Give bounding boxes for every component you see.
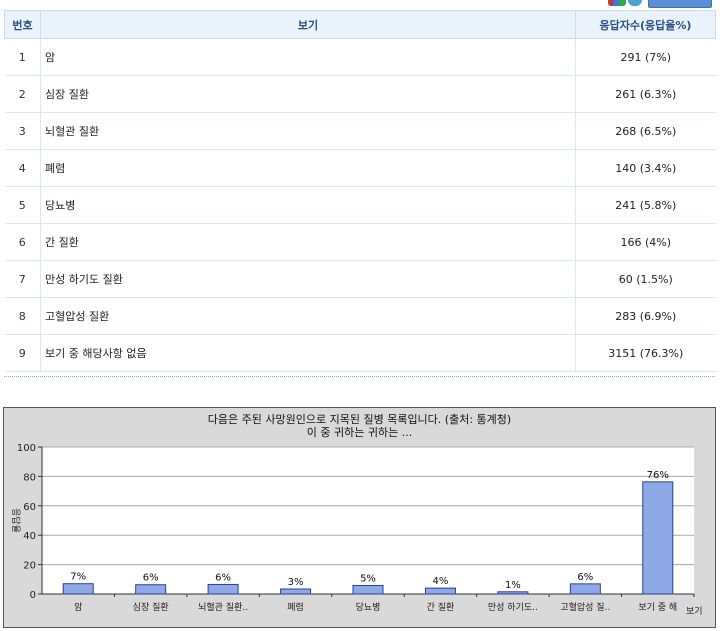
row-option: 고혈압성 질환: [40, 297, 576, 335]
row-count: 283 (6.9%): [575, 297, 716, 335]
y-tick-label: 20: [23, 561, 36, 572]
row-number: 9: [4, 334, 41, 372]
row-number: 7: [4, 260, 41, 298]
x-tick-label: 만성 하기도..: [488, 602, 538, 613]
data-label: 76%: [647, 470, 669, 481]
row-count: 60 (1.5%): [575, 260, 716, 298]
response-table: 번호 보기 응답자수(응답율%) 1 암 291 (7%) 2 심장 질환 261 (6.…: [4, 10, 716, 372]
x-tick-label: 보기 중 해: [638, 602, 677, 613]
row-option: 간 질환: [40, 223, 576, 261]
data-label: 6%: [215, 572, 231, 583]
data-label: 4%: [433, 576, 449, 587]
bar[interactable]: [280, 588, 312, 595]
row-option: 암: [40, 38, 576, 76]
row-option: 보기 중 해당사항 없음: [40, 334, 576, 372]
row-number: 5: [4, 186, 41, 224]
row-number: 3: [4, 112, 41, 150]
x-axis-label: 보기: [686, 606, 703, 617]
header-number: 번호: [4, 10, 41, 39]
y-axis-label: 응답율: [10, 508, 22, 533]
header-option: 보기: [40, 10, 576, 39]
y-tick-label: 80: [23, 472, 36, 483]
row-count: 261 (6.3%): [575, 75, 716, 113]
row-option: 만성 하기도 질환: [40, 260, 576, 298]
row-number: 2: [4, 75, 41, 113]
y-tick-label: 100: [17, 443, 36, 454]
data-label: 1%: [505, 580, 521, 591]
bar[interactable]: [352, 584, 384, 595]
row-count: 140 (3.4%): [575, 149, 716, 187]
x-tick-label: 고혈압성 질..: [560, 601, 610, 613]
row-number: 6: [4, 223, 41, 261]
dotted-divider: [4, 376, 715, 377]
bar[interactable]: [424, 587, 456, 595]
row-count: 291 (7%): [575, 38, 716, 76]
x-tick-label: 뇌혈관 질환..: [198, 601, 248, 613]
table-row: 1 암 291 (7%): [4, 38, 716, 76]
chart-icon[interactable]: [608, 0, 626, 6]
row-count: 166 (4%): [575, 223, 716, 261]
y-tick-label: 60: [23, 502, 36, 513]
x-tick-label: 폐렴: [287, 601, 304, 613]
chart-panel: 다음은 주된 사망원인으로 지목된 질병 목록입니다. (출처: 통계청) 이 …: [3, 407, 716, 628]
row-count: 268 (6.5%): [575, 112, 716, 150]
row-option: 폐렴: [40, 149, 576, 187]
refresh-icon[interactable]: [628, 0, 642, 6]
row-option: 심장 질환: [40, 75, 576, 113]
plot-area: [42, 447, 694, 594]
x-tick-label: 심장 질환: [133, 601, 169, 613]
table-row: 8 고혈압성 질환 283 (6.9%): [4, 297, 716, 335]
table-row: 3 뇌혈관 질환 268 (6.5%): [4, 112, 716, 150]
data-label: 5%: [360, 573, 376, 584]
x-tick-label: 암: [74, 601, 82, 613]
header-count: 응답자수(응답율%): [575, 10, 716, 39]
x-tick-label: 당뇨병: [356, 602, 381, 613]
toolbar-button[interactable]: [648, 0, 712, 8]
y-tick-label: 0: [30, 590, 36, 601]
table-row: 2 심장 질환 261 (6.3%): [4, 75, 716, 113]
row-option: 뇌혈관 질환: [40, 112, 576, 150]
bar[interactable]: [569, 583, 601, 595]
row-option: 당뇨병: [40, 186, 576, 224]
row-count: 3151 (76.3%): [575, 334, 716, 372]
table-header-row: 번호 보기 응답자수(응답율%): [4, 10, 716, 39]
data-label: 3%: [288, 577, 304, 588]
y-tick-label: 40: [23, 531, 36, 542]
x-tick-label: 간 질환: [427, 601, 455, 613]
data-label: 7%: [70, 572, 86, 583]
table-row: 6간 질환 166 (4%): [4, 223, 716, 261]
bar[interactable]: [497, 591, 529, 595]
table-row: 4 폐렴 140 (3.4%): [4, 149, 716, 187]
data-label: 6%: [143, 573, 159, 584]
table-row: 5 당뇨병 241 (5.8%): [4, 186, 716, 224]
data-label: 6%: [577, 572, 593, 583]
bar-chart: 0 20 40 60 80 100 응답율 7% 암 6% 심장 질환 6% 뇌혈관 질환.. 3% 폐렴 5…: [10, 443, 703, 617]
row-number: 1: [4, 38, 41, 76]
table-row: 7 만성 하기도 질환 60 (1.5%): [4, 260, 716, 298]
bar[interactable]: [642, 481, 674, 595]
bar[interactable]: [207, 583, 239, 595]
row-number: 4: [4, 149, 41, 187]
row-number: 8: [4, 297, 41, 335]
row-count: 241 (5.8%): [575, 186, 716, 224]
bar[interactable]: [135, 584, 167, 595]
bar[interactable]: [62, 583, 94, 595]
table-row: 9 보기 중 해당사항 없음 3151 (76.3%): [4, 334, 716, 372]
